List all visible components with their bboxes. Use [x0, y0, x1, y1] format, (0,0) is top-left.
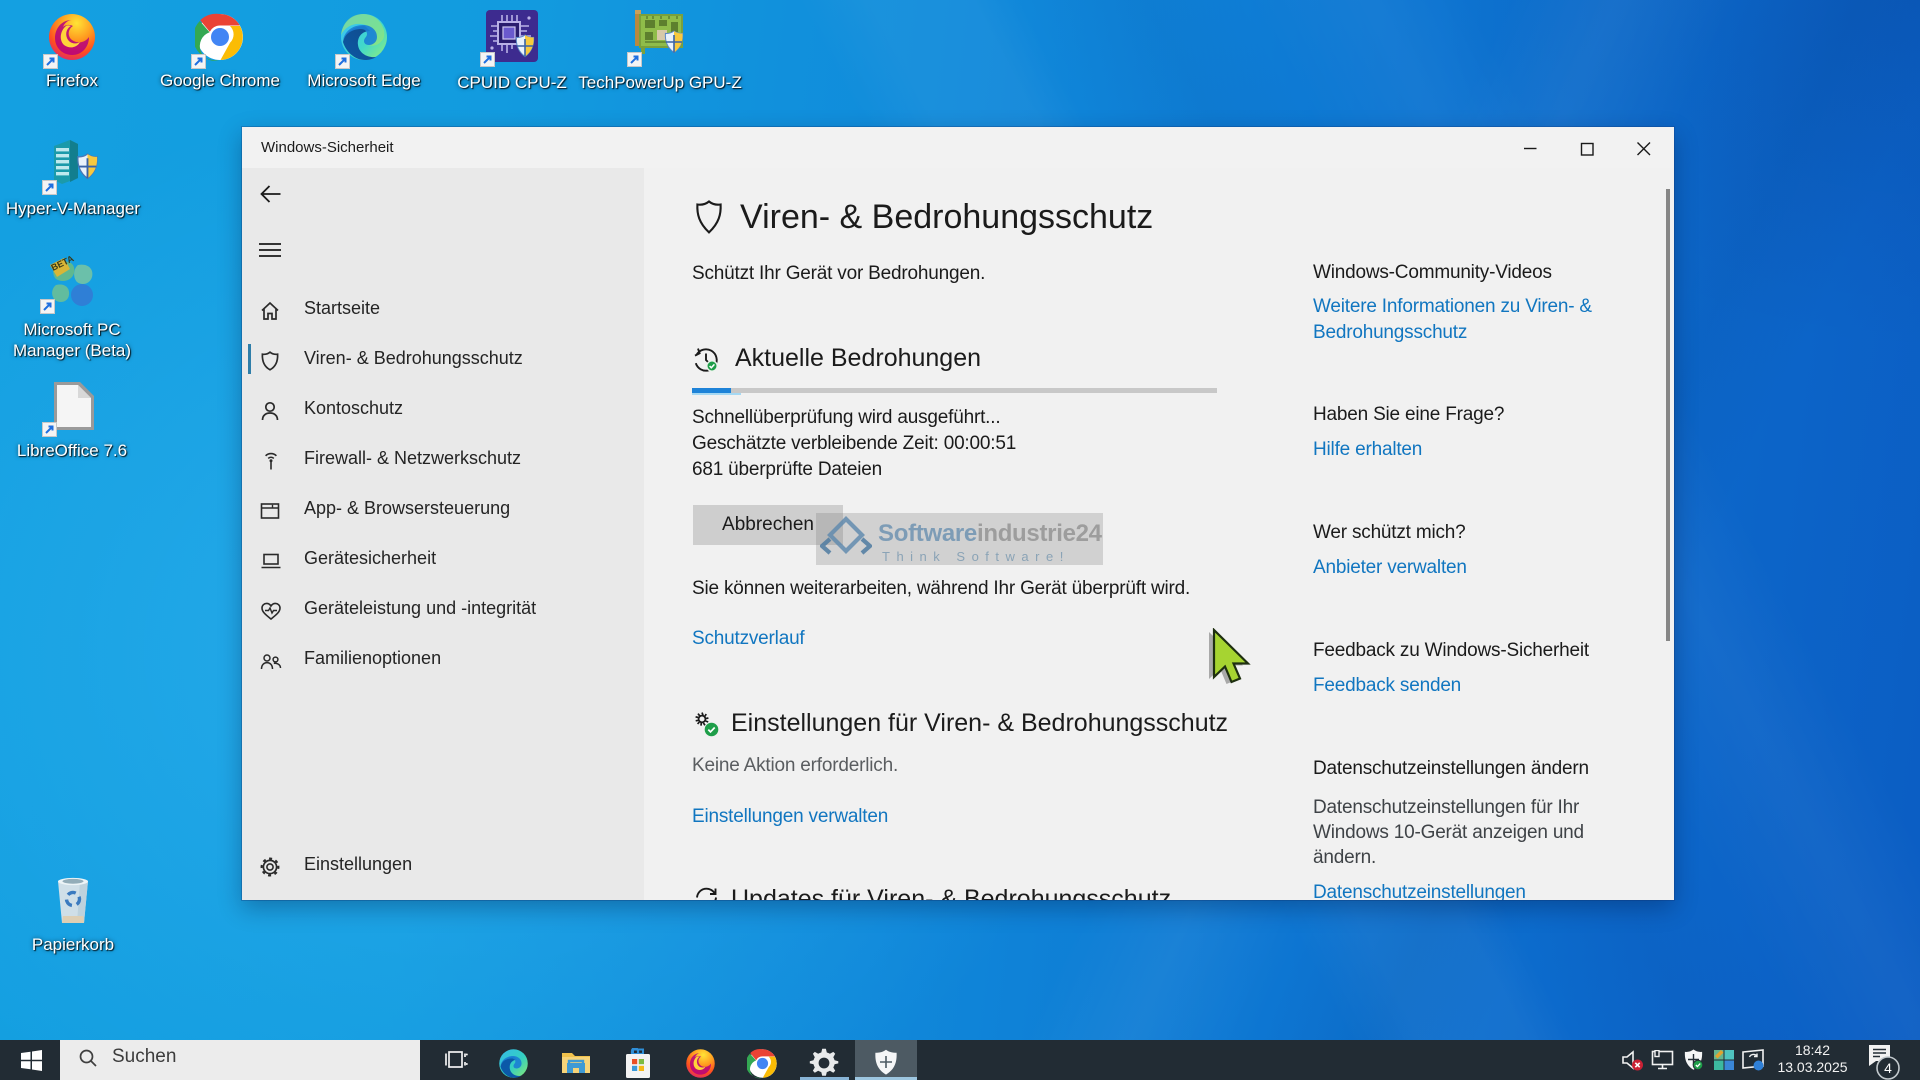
- svg-text:4: 4: [1884, 1060, 1892, 1076]
